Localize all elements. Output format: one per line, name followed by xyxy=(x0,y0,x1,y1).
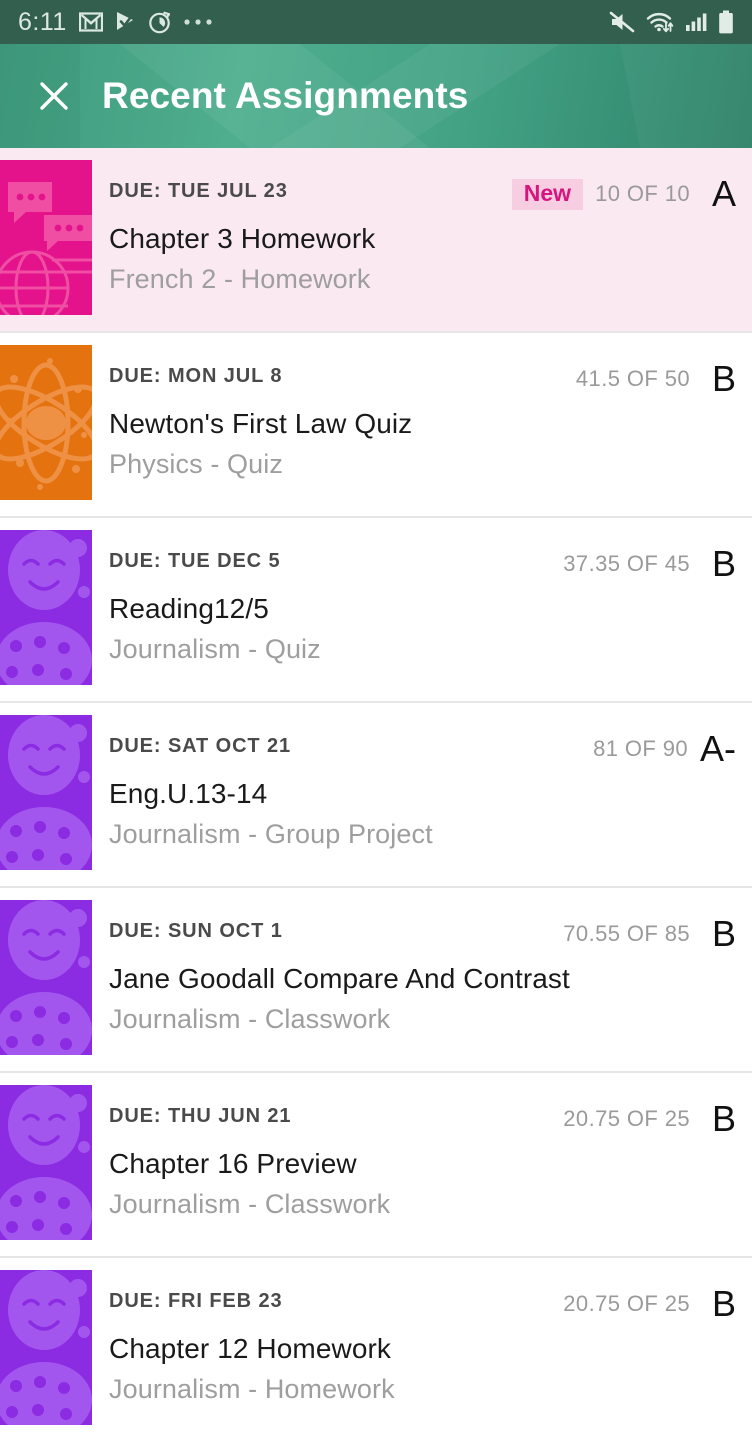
assignment-score-group: 20.75 OF 25 B xyxy=(563,1286,736,1322)
assignment-title: Chapter 12 Homework xyxy=(109,1333,392,1364)
assignment-meta: Journalism - Homework xyxy=(109,1374,395,1404)
atom-icon xyxy=(0,345,92,500)
assignment-list: DUE: TUE JUL 23 Chapter 3 Homework Frenc… xyxy=(0,148,752,1440)
assignment-row[interactable]: DUE: SUN OCT 1 Jane Goodall Compare And … xyxy=(0,888,752,1073)
theater-masks-icon xyxy=(0,530,92,685)
assignment-meta: Journalism - Quiz xyxy=(109,634,321,664)
assignment-thumbnail xyxy=(0,1270,92,1425)
wifi-icon xyxy=(646,12,674,33)
assignment-score: 10 OF 10 xyxy=(595,181,690,206)
assignment-score: 20.75 OF 25 xyxy=(563,1291,690,1316)
gmail-icon xyxy=(78,12,103,32)
speech-globe-icon xyxy=(0,160,92,315)
assignment-row[interactable]: DUE: MON JUL 8 Newton's First Law Quiz P… xyxy=(0,333,752,518)
assignment-score-group: 81 OF 90 A- xyxy=(593,731,736,767)
status-badge: New xyxy=(511,178,584,210)
assignment-row[interactable]: DUE: FRI FEB 23 Chapter 12 Homework Jour… xyxy=(0,1258,752,1440)
app-bar: Recent Assignments xyxy=(0,44,752,148)
assignment-title: Chapter 3 Homework xyxy=(109,223,376,254)
close-button[interactable] xyxy=(28,70,80,122)
assignment-meta: Journalism - Classwork xyxy=(109,1189,391,1219)
assignment-meta: French 2 - Homework xyxy=(109,264,371,294)
theater-masks-icon xyxy=(0,1270,92,1425)
assignment-score-group: 37.35 OF 45 B xyxy=(563,546,736,582)
assignment-title: Newton's First Law Quiz xyxy=(109,408,413,439)
assignment-thumbnail xyxy=(0,160,92,315)
assignment-grade: B xyxy=(711,1098,736,1139)
assignment-thumbnail xyxy=(0,345,92,500)
assignment-thumbnail xyxy=(0,1085,92,1240)
status-time: 6:11 xyxy=(18,7,67,36)
assignment-grade: B xyxy=(711,543,736,584)
assignment-row[interactable]: DUE: SAT OCT 21 Eng.U.13-14 Journalism -… xyxy=(0,703,752,888)
play-check-icon xyxy=(116,12,134,30)
theater-masks-icon xyxy=(0,900,92,1055)
assignment-row[interactable]: DUE: TUE DEC 5 Reading12/5 Journalism - … xyxy=(0,518,752,703)
assignment-grade: A- xyxy=(700,728,736,769)
status-bar-right xyxy=(609,10,734,34)
page-title: Recent Assignments xyxy=(102,75,469,116)
assignment-meta: Journalism - Group Project xyxy=(109,819,433,849)
assignment-title: Jane Goodall Compare And Contrast xyxy=(109,963,570,994)
assignment-score: 20.75 OF 25 xyxy=(563,1106,690,1131)
theater-masks-icon xyxy=(0,715,92,870)
assignment-grade: B xyxy=(711,358,736,399)
assignment-thumbnail xyxy=(0,530,92,685)
assignment-score-group: 20.75 OF 25 B xyxy=(563,1101,736,1137)
theater-masks-icon xyxy=(0,1085,92,1240)
assignment-score-group: 70.55 OF 85 B xyxy=(563,916,736,952)
assignment-thumbnail xyxy=(0,900,92,1055)
assignment-row[interactable]: DUE: THU JUN 21 Chapter 16 Preview Journ… xyxy=(0,1073,752,1258)
status-bar: 6:11 xyxy=(0,0,752,44)
assignment-thumbnail xyxy=(0,715,92,870)
assignment-score: 37.35 OF 45 xyxy=(563,551,690,576)
assignment-meta: Journalism - Classwork xyxy=(109,1004,391,1034)
assignment-score-group: New 10 OF 10 A xyxy=(511,173,736,214)
alarm-sync-icon xyxy=(149,10,170,33)
cellular-signal-icon xyxy=(686,13,707,31)
assignment-row[interactable]: DUE: TUE JUL 23 Chapter 3 Homework Frenc… xyxy=(0,148,752,333)
battery-icon xyxy=(719,10,733,34)
assignment-grade: B xyxy=(711,913,736,954)
assignment-score: 41.5 OF 50 xyxy=(575,366,690,391)
assignment-title: Chapter 16 Preview xyxy=(109,1148,357,1179)
assignment-score-group: 41.5 OF 50 B xyxy=(576,361,736,397)
volume-muted-icon xyxy=(609,11,635,33)
assignment-grade: A xyxy=(711,173,736,214)
overflow-dots-icon xyxy=(184,19,212,25)
assignment-score: 70.55 OF 85 xyxy=(563,921,690,946)
assignment-grade: B xyxy=(711,1283,736,1324)
assignment-title: Reading12/5 xyxy=(109,593,269,624)
assignment-title: Eng.U.13-14 xyxy=(109,778,268,809)
close-icon xyxy=(40,82,68,110)
assignment-meta: Physics - Quiz xyxy=(109,449,283,479)
assignment-score: 81 OF 90 xyxy=(593,736,688,761)
status-bar-left: 6:11 xyxy=(18,8,609,37)
